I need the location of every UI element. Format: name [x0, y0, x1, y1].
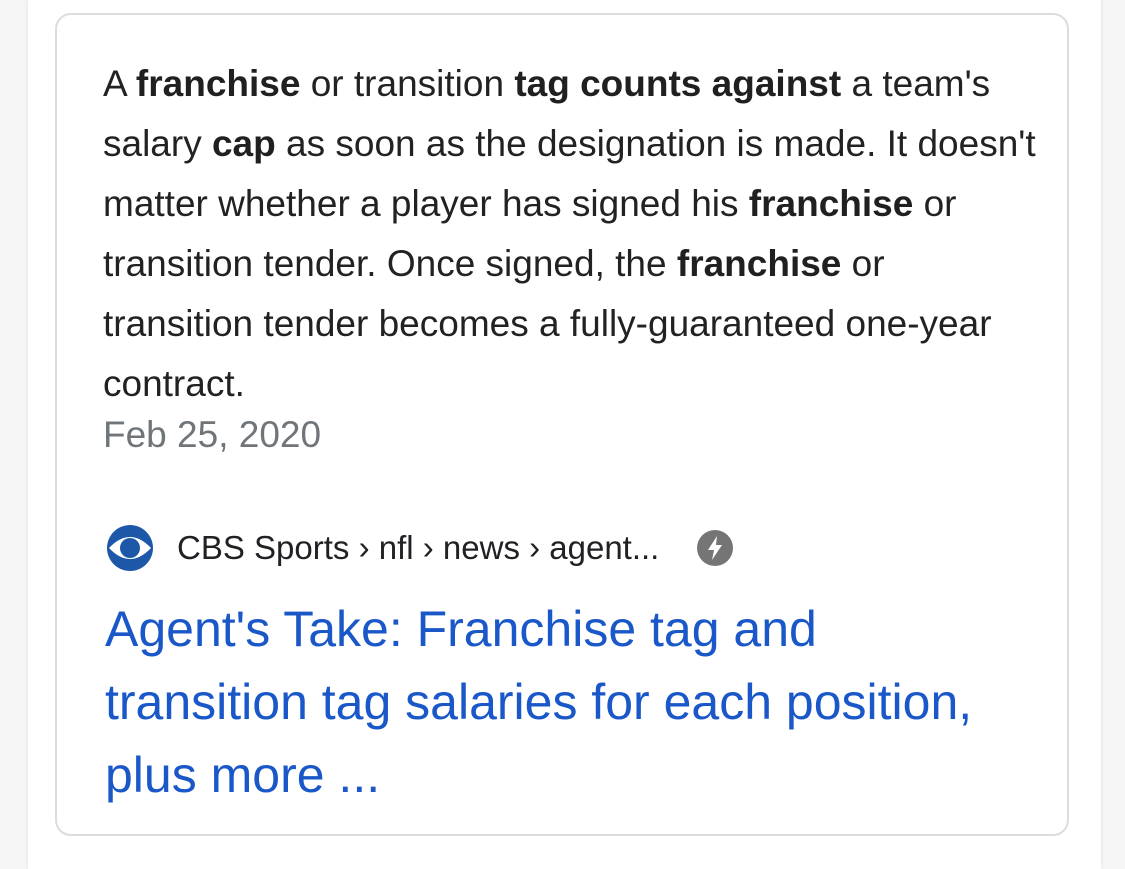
- source-breadcrumb[interactable]: CBS Sports › nfl › news › agent...: [177, 529, 659, 567]
- snippet-text-part: A: [103, 63, 136, 104]
- snippet-highlight: cap: [211, 123, 276, 164]
- snippet-date: Feb 25, 2020: [103, 414, 322, 455]
- snippet-highlight: franchise: [135, 63, 301, 104]
- result-title-link[interactable]: Agent's Take: Franchise tag and transiti…: [105, 593, 1005, 812]
- source-row[interactable]: CBS Sports › nfl › news › agent...: [105, 523, 734, 573]
- amp-lightning-icon: [697, 530, 734, 566]
- cbs-eye-icon: [107, 525, 153, 571]
- featured-snippet-card: A franchise or transition tag counts aga…: [55, 13, 1069, 836]
- snippet-highlight: franchise: [676, 243, 842, 284]
- snippet-highlight: franchise: [748, 183, 914, 224]
- snippet-text-part: or transition: [300, 63, 515, 104]
- snippet-text: A franchise or transition tag counts aga…: [103, 54, 1043, 414]
- snippet-highlight: tag counts against: [514, 63, 842, 104]
